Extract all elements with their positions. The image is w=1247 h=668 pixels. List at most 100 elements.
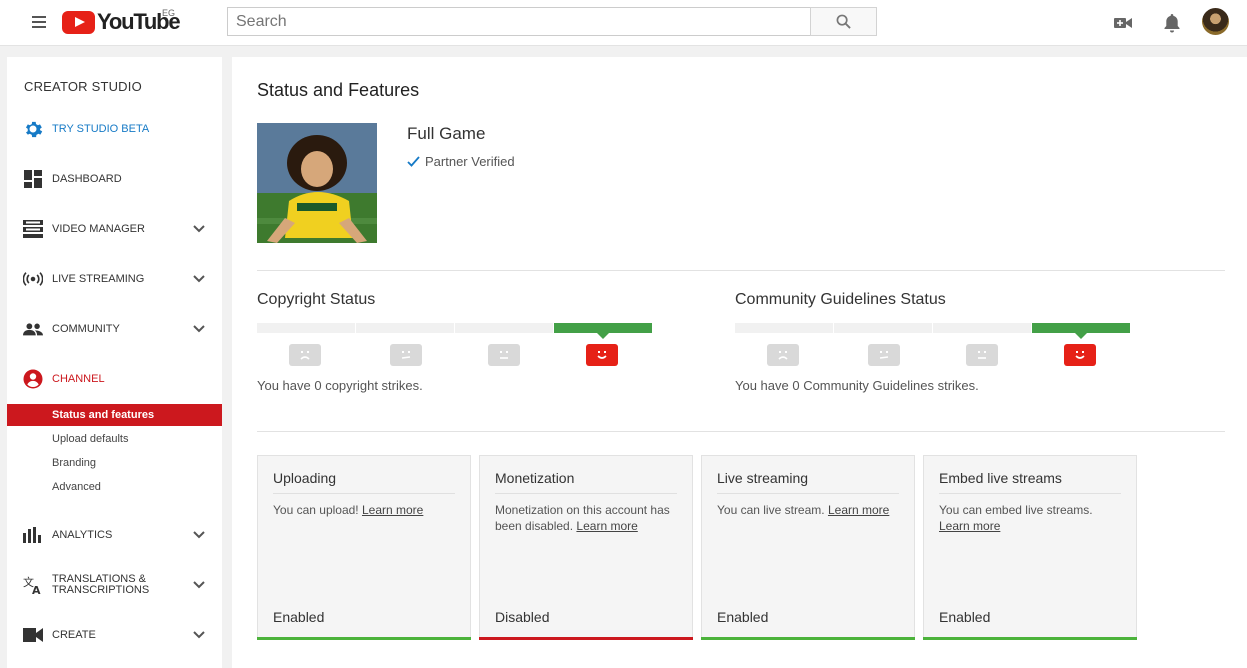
neutral-face-icon xyxy=(488,344,520,366)
card-status: Enabled xyxy=(939,609,991,625)
youtube-play-icon xyxy=(62,10,95,34)
card-divider xyxy=(273,493,455,494)
card-status: Disabled xyxy=(495,609,550,625)
search-input[interactable] xyxy=(227,7,811,36)
gear-icon xyxy=(23,119,43,139)
avatar[interactable] xyxy=(1202,8,1229,35)
divider xyxy=(257,431,1225,432)
sidebar-item-community[interactable]: COMMUNITY xyxy=(7,314,222,344)
feature-card-monetization: Monetization Monetization on this accoun… xyxy=(479,455,693,640)
search-button[interactable] xyxy=(810,7,877,36)
sidebar-subitem-advanced[interactable]: Advanced xyxy=(7,476,222,498)
community-guidelines-status: Community Guidelines Status You have 0 C… xyxy=(735,291,1135,393)
strike-segment xyxy=(257,323,355,333)
copyright-strike-bar xyxy=(257,323,657,339)
chevron-down-icon[interactable] xyxy=(193,223,205,235)
search-icon xyxy=(836,14,851,29)
sidebar-item-dashboard[interactable]: DASHBOARD xyxy=(7,164,222,194)
chevron-down-icon[interactable] xyxy=(193,629,205,641)
strike-pointer xyxy=(597,333,609,339)
strike-segment-active xyxy=(554,323,652,333)
strike-segment xyxy=(834,323,932,333)
sidebar: CREATOR STUDIO TRY STUDIO BETA DASHBOARD… xyxy=(7,57,222,668)
chevron-down-icon[interactable] xyxy=(193,579,205,591)
sidebar-item-label: COMMUNITY xyxy=(52,322,120,335)
copyright-status: Copyright Status You have 0 copyright st… xyxy=(257,291,657,393)
neutral-face-icon xyxy=(390,344,422,366)
card-title: Monetization xyxy=(495,470,575,486)
sad-face-icon xyxy=(289,344,321,366)
status-bar-enabled xyxy=(257,637,471,640)
community-strike-text: You have 0 Community Guidelines strikes. xyxy=(735,378,979,393)
learn-more-link[interactable]: Learn more xyxy=(828,503,889,517)
strike-pointer xyxy=(1075,333,1087,339)
sidebar-subitem-status-and-features[interactable]: Status and features xyxy=(7,404,222,426)
dashboard-icon xyxy=(23,169,43,189)
channel-thumbnail[interactable] xyxy=(257,123,377,243)
sidebar-item-video-manager[interactable]: VIDEO MANAGER xyxy=(7,214,222,244)
sidebar-item-label: CHANNEL xyxy=(52,372,105,385)
sidebar-item-label: CREATE xyxy=(52,628,96,641)
notifications-icon[interactable] xyxy=(1160,11,1184,35)
sidebar-item-create[interactable]: CREATE xyxy=(7,620,222,650)
upload-video-icon[interactable] xyxy=(1111,11,1135,35)
page-title: Status and Features xyxy=(257,80,420,100)
chevron-down-icon[interactable] xyxy=(193,273,205,285)
video-manager-icon xyxy=(23,219,43,239)
feature-card-uploading: Uploading You can upload! Learn more Ena… xyxy=(257,455,471,640)
chevron-down-icon[interactable] xyxy=(193,529,205,541)
checkmark-icon xyxy=(407,156,420,167)
live-streaming-icon xyxy=(23,269,43,289)
chevron-down-icon[interactable] xyxy=(193,323,205,335)
card-title: Embed live streams xyxy=(939,470,1062,486)
sidebar-item-live-streaming[interactable]: LIVE STREAMING xyxy=(7,264,222,294)
sidebar-item-analytics[interactable]: ANALYTICS xyxy=(7,520,222,550)
card-description: You can embed live streams. Learn more xyxy=(939,502,1124,534)
channel-icon xyxy=(23,369,43,389)
neutral-face-icon xyxy=(868,344,900,366)
strike-segment xyxy=(735,323,833,333)
analytics-icon xyxy=(23,525,43,545)
main-content: Status and Features Full Game Partner Ve… xyxy=(232,57,1247,668)
sidebar-item-label: LIVE STREAMING xyxy=(52,272,145,285)
feature-card-live-streaming: Live streaming You can live stream. Lear… xyxy=(701,455,915,640)
top-bar: YouTube EG xyxy=(0,0,1247,46)
status-bar-disabled xyxy=(479,637,693,640)
sidebar-item-try-studio-beta[interactable]: TRY STUDIO BETA xyxy=(7,114,222,144)
strike-segment xyxy=(933,323,1031,333)
sidebar-item-label: TRANSLATIONS & TRANSCRIPTIONS xyxy=(52,574,149,596)
sidebar-item-channel[interactable]: CHANNEL xyxy=(7,364,222,394)
learn-more-link[interactable]: Learn more xyxy=(362,503,423,517)
card-title: Uploading xyxy=(273,470,337,486)
card-status: Enabled xyxy=(273,609,325,625)
card-divider xyxy=(495,493,677,494)
neutral-face-icon xyxy=(966,344,998,366)
community-status-title: Community Guidelines Status xyxy=(735,291,946,308)
copyright-strike-text: You have 0 copyright strikes. xyxy=(257,378,423,393)
region-code: EG xyxy=(162,8,176,18)
card-desc-text: You can embed live streams. xyxy=(939,503,1093,517)
sidebar-subitem-branding[interactable]: Branding xyxy=(7,452,222,474)
learn-more-link[interactable]: Learn more xyxy=(576,519,637,533)
status-bar-enabled xyxy=(701,637,915,640)
card-desc-text: You can upload! xyxy=(273,503,359,517)
sidebar-item-translations[interactable]: 文A TRANSLATIONS & TRANSCRIPTIONS xyxy=(7,570,222,600)
strike-segment xyxy=(455,323,553,333)
sidebar-item-label-line2: TRANSCRIPTIONS xyxy=(52,584,150,596)
card-description: You can live stream. Learn more xyxy=(717,502,902,518)
sidebar-item-label: TRY STUDIO BETA xyxy=(52,122,150,135)
create-icon xyxy=(23,625,43,645)
menu-icon[interactable] xyxy=(28,13,50,33)
learn-more-link[interactable]: Learn more xyxy=(939,519,1000,533)
translate-icon: 文A xyxy=(23,575,43,595)
card-title: Live streaming xyxy=(717,470,809,486)
copyright-status-title: Copyright Status xyxy=(257,291,376,308)
card-desc-text: You can live stream. xyxy=(717,503,825,517)
card-description: You can upload! Learn more xyxy=(273,502,458,518)
card-divider xyxy=(717,493,899,494)
sidebar-item-label: VIDEO MANAGER xyxy=(52,222,145,235)
sidebar-title: CREATOR STUDIO xyxy=(24,79,142,94)
sad-face-icon xyxy=(767,344,799,366)
happy-face-icon xyxy=(1064,344,1096,366)
sidebar-subitem-upload-defaults[interactable]: Upload defaults xyxy=(7,428,222,450)
